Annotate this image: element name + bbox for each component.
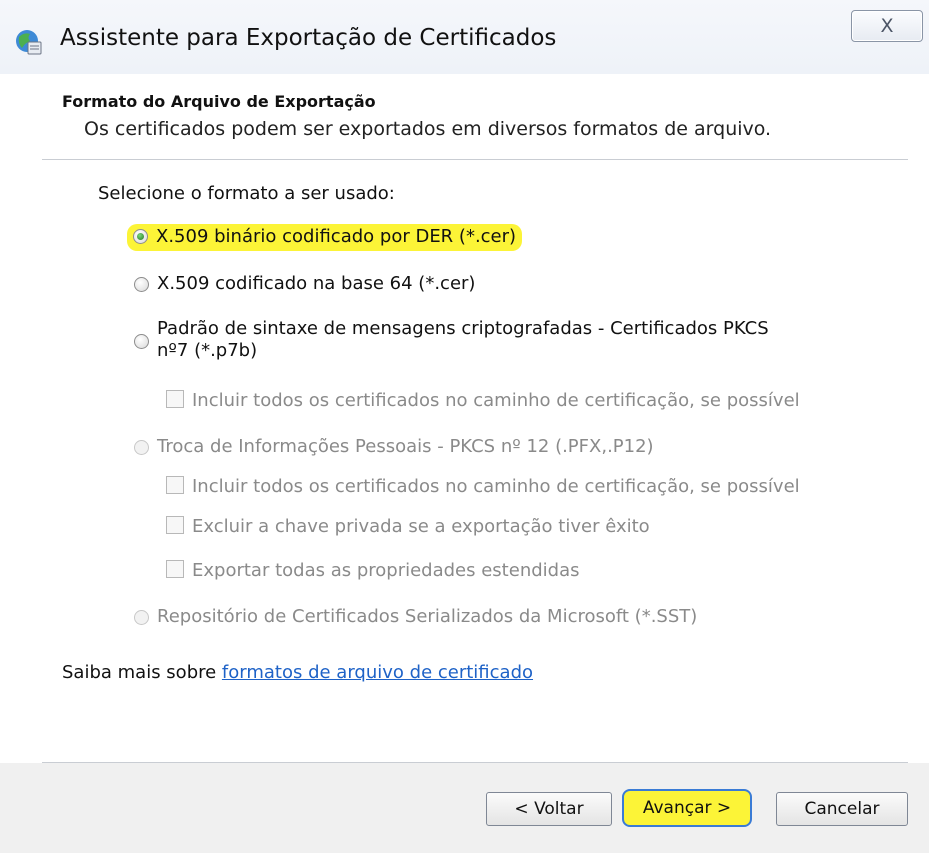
radio-pfx[interactable] — [134, 440, 149, 455]
radio-sst[interactable] — [134, 610, 149, 625]
checkbox-pfx-export-props[interactable] — [166, 560, 184, 578]
option-pfx[interactable]: Troca de Informações Pessoais - PKCS nº … — [134, 436, 654, 457]
checkbox-row-pfx-export-props[interactable]: Exportar todas as propriedades estendida… — [166, 560, 579, 581]
checkbox-p7b-include-all[interactable] — [166, 390, 184, 408]
option-der-binary[interactable]: X.509 binário codificado por DER (*.cer) — [127, 224, 523, 251]
page-subtitle: Os certificados podem ser exportados em … — [84, 118, 772, 140]
certificate-wizard-icon — [14, 28, 42, 56]
checkbox-row-pfx-include[interactable]: Incluir todos os certificados no caminho… — [166, 476, 800, 497]
format-prompt: Selecione o formato a ser usado: — [98, 183, 395, 204]
cancel-button[interactable]: Cancelar — [776, 792, 908, 826]
page-title: Formato do Arquivo de Exportação — [62, 92, 376, 111]
learn-more-text: Saiba mais sobre formatos de arquivo de … — [62, 662, 533, 683]
learn-more-link[interactable]: formatos de arquivo de certificado — [222, 662, 533, 683]
checkbox-p7b-include-all-label: Incluir todos os certificados no caminho… — [192, 390, 800, 411]
option-pkcs7-label: Padrão de sintaxe de mensagens criptogra… — [157, 318, 769, 361]
highlight-marker: X.509 binário codificado por DER (*.cer) — [127, 224, 523, 251]
option-der-binary-label: X.509 binário codificado por DER (*.cer) — [156, 226, 517, 247]
option-pfx-label: Troca de Informações Pessoais - PKCS nº … — [157, 436, 654, 457]
option-sst[interactable]: Repositório de Certificados Serializados… — [134, 606, 697, 627]
checkbox-pfx-delete-key-label: Excluir a chave privada se a exportação … — [192, 516, 650, 537]
checkbox-pfx-export-props-label: Exportar todas as propriedades estendida… — [192, 560, 580, 581]
checkbox-pfx-delete-key[interactable] — [166, 516, 184, 534]
window-title: Assistente para Exportação de Certificad… — [60, 25, 557, 51]
checkbox-row-p7b-include[interactable]: Incluir todos os certificados no caminho… — [166, 390, 800, 411]
checkbox-row-pfx-delete-key[interactable]: Excluir a chave privada se a exportação … — [166, 516, 650, 537]
title-bar: Assistente para Exportação de Certificad… — [0, 0, 929, 75]
radio-pkcs7[interactable] — [134, 334, 149, 349]
checkbox-pfx-include-all[interactable] — [166, 476, 184, 494]
next-button[interactable]: Avançar > — [622, 789, 752, 827]
radio-der-binary[interactable] — [133, 229, 148, 244]
close-icon: X — [880, 15, 894, 37]
option-base64[interactable]: X.509 codificado na base 64 (*.cer) — [134, 273, 475, 294]
close-button[interactable]: X — [851, 10, 923, 42]
option-pkcs7[interactable]: Padrão de sintaxe de mensagens criptogra… — [134, 318, 814, 362]
radio-base64[interactable] — [134, 277, 149, 292]
export-wizard-window: Assistente para Exportação de Certificad… — [0, 0, 929, 853]
footer-divider — [42, 762, 908, 763]
header-divider — [42, 159, 908, 160]
back-button[interactable]: < Voltar — [486, 792, 612, 826]
option-sst-label: Repositório de Certificados Serializados… — [157, 606, 698, 627]
learn-more-prefix: Saiba mais sobre — [62, 662, 222, 683]
option-base64-label: X.509 codificado na base 64 (*.cer) — [157, 273, 476, 294]
checkbox-pfx-include-all-label: Incluir todos os certificados no caminho… — [192, 476, 800, 497]
